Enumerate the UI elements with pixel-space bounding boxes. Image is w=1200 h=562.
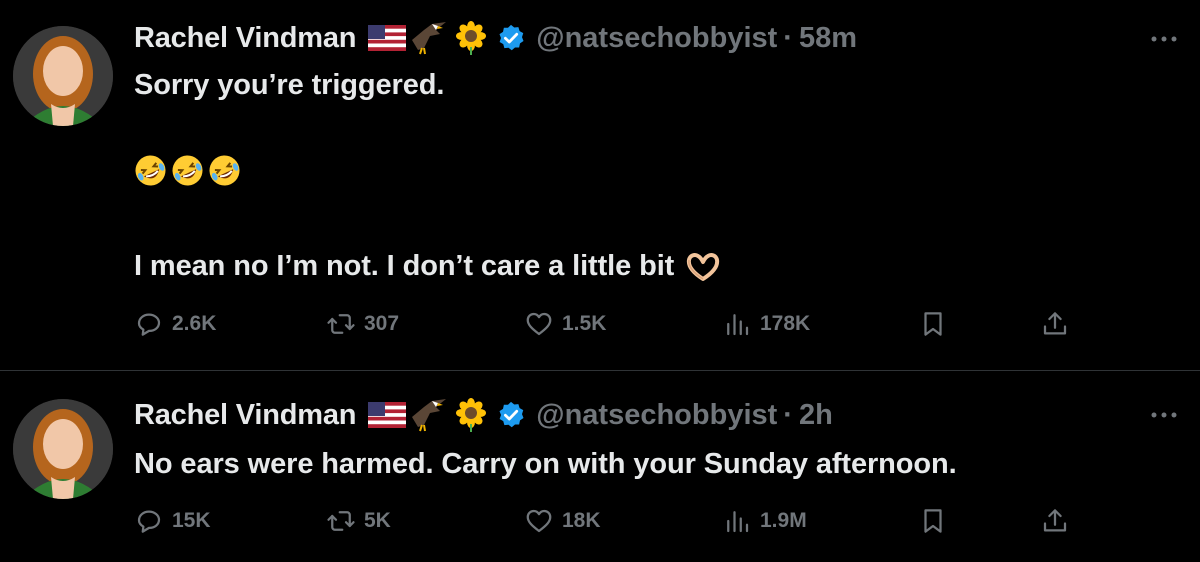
separator-dot: · (783, 21, 793, 54)
tweet[interactable]: Rachel Vindman (0, 0, 1200, 370)
bookmark-button[interactable] (918, 304, 948, 344)
reply-count: 15K (172, 509, 211, 532)
heart-icon (526, 312, 552, 336)
author-name[interactable]: Rachel Vindman (134, 399, 356, 432)
repost-icon (327, 314, 355, 334)
bookmark-button[interactable] (918, 501, 948, 541)
reply-button[interactable]: 15K (134, 501, 211, 541)
verified-badge-icon (499, 401, 524, 428)
repost-count: 307 (364, 312, 400, 335)
sunflower-emoji (456, 398, 487, 432)
views-icon (727, 314, 749, 336)
tweet-actions: 15K 5K 18K 1.9M (134, 501, 1074, 541)
author-handle[interactable]: @natsechobbyist (536, 399, 777, 432)
rolling-laughing-emoji (172, 155, 203, 186)
emoji-row (134, 154, 241, 187)
reply-count: 2.6K (172, 312, 217, 335)
tweet-text-line: I mean no I’m not. I don’t care a little… (134, 250, 720, 283)
avatar-image (13, 26, 113, 126)
us-flag-emoji (368, 25, 407, 51)
like-count: 18K (562, 509, 601, 532)
bookmark-icon (924, 312, 942, 336)
share-button[interactable] (1040, 501, 1070, 541)
tweet-header: Rachel Vindman (134, 395, 833, 435)
sunflower-emoji (456, 21, 487, 55)
views-count: 178K (760, 312, 811, 335)
author-name[interactable]: Rachel Vindman (134, 22, 356, 55)
share-button[interactable] (1040, 304, 1070, 344)
avatar[interactable] (13, 399, 113, 499)
repost-icon (327, 511, 355, 531)
like-count: 1.5K (562, 312, 607, 335)
heart-icon (526, 509, 552, 533)
tweet-text-line: Sorry you’re triggered. (134, 69, 445, 101)
separator-dot: · (783, 398, 793, 431)
share-icon (1043, 509, 1067, 532)
reply-icon (137, 510, 161, 533)
tweet-header: Rachel Vindman (134, 18, 857, 58)
rolling-laughing-emoji (135, 155, 166, 186)
rolling-laughing-emoji (209, 155, 240, 186)
heart-hands-emoji (687, 252, 720, 281)
like-button[interactable]: 18K (524, 501, 601, 541)
avatar[interactable] (13, 26, 113, 126)
timestamp[interactable]: 2h (799, 399, 833, 432)
tweet-actions: 2.6K 307 1.5K 178K (134, 304, 1074, 344)
more-options-icon[interactable] (1150, 410, 1178, 420)
tweet-text-line: No ears were harmed. Carry on with your … (134, 448, 957, 480)
share-icon (1043, 312, 1067, 335)
reply-icon (137, 313, 161, 336)
reply-button[interactable]: 2.6K (134, 304, 216, 344)
views-icon (727, 511, 749, 533)
repost-button[interactable]: 5K (326, 501, 391, 541)
views-button[interactable]: 1.9M (722, 501, 807, 541)
repost-count: 5K (364, 509, 391, 532)
views-button[interactable]: 178K (722, 304, 810, 344)
bookmark-icon (924, 509, 942, 533)
us-flag-emoji (368, 402, 407, 428)
eagle-emoji (412, 22, 447, 55)
verified-badge-icon (499, 24, 524, 51)
eagle-emoji (412, 399, 447, 432)
tweet[interactable]: Rachel Vindman (0, 371, 1200, 562)
views-count: 1.9M (760, 509, 807, 532)
timestamp[interactable]: 58m (799, 22, 857, 55)
author-handle[interactable]: @natsechobbyist (536, 22, 777, 55)
repost-button[interactable]: 307 (326, 304, 399, 344)
avatar-image (13, 399, 113, 499)
more-options-icon[interactable] (1150, 34, 1178, 44)
like-button[interactable]: 1.5K (524, 304, 606, 344)
tweet-text-span: I mean no I’m not. I don’t care a little… (134, 250, 675, 282)
